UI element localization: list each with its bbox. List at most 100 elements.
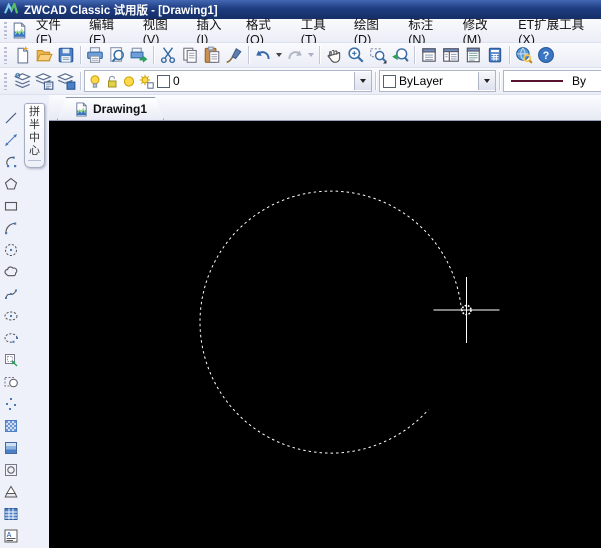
gradient-button[interactable]: [1, 438, 21, 457]
make-block-button[interactable]: [1, 372, 21, 391]
boundary-button[interactable]: [1, 460, 21, 479]
drawing-canvas[interactable]: [49, 121, 601, 548]
spline-button[interactable]: [1, 284, 21, 303]
polygon-icon: [4, 177, 18, 190]
layer-states-manager-icon: [34, 72, 53, 90]
help-button[interactable]: ?: [535, 44, 557, 66]
toolbar-separator: [248, 46, 249, 64]
calculator-icon: [488, 47, 502, 63]
layer-color-swatch: [157, 74, 170, 88]
layer-previous-icon: [56, 72, 75, 90]
multiline-text-button[interactable]: A: [1, 526, 21, 545]
layer-states-manager-button[interactable]: [33, 70, 55, 92]
make-block-icon: [4, 376, 18, 387]
properties-palette-button[interactable]: [418, 44, 440, 66]
document-menu-button[interactable]: [11, 20, 28, 42]
polyline-icon: [6, 156, 17, 167]
gradient-icon: [5, 441, 17, 454]
drawing-viewport[interactable]: [49, 121, 601, 548]
layer-lock-icon[interactable]: [105, 74, 119, 89]
layer-on-bulb-icon[interactable]: [88, 74, 102, 89]
plot-button[interactable]: [128, 44, 150, 66]
paste-button[interactable]: [201, 44, 223, 66]
color-combobox[interactable]: ByLayer: [379, 70, 496, 92]
design-center-button[interactable]: [440, 44, 462, 66]
layer-previous-button[interactable]: [55, 70, 77, 92]
revision-cloud-button[interactable]: [1, 262, 21, 281]
line-button[interactable]: [1, 108, 21, 127]
toolbar-separator: [80, 46, 81, 64]
linetype-preview-line: [511, 80, 563, 82]
layer-freeze-sun-icon[interactable]: [122, 74, 136, 89]
linetype-combobox[interactable]: By: [503, 70, 601, 92]
ime-chinese-mode[interactable]: 中: [29, 132, 40, 145]
plot-icon: [130, 47, 148, 63]
open-button[interactable]: [33, 44, 55, 66]
hatch-button[interactable]: [1, 416, 21, 435]
zoom-window-button[interactable]: [367, 44, 389, 66]
construction-line-icon: [5, 133, 17, 146]
tool-palettes-button[interactable]: [462, 44, 484, 66]
new-icon: [17, 46, 29, 64]
print-button[interactable]: [84, 44, 106, 66]
toolbar-separator: [80, 72, 81, 90]
table-button[interactable]: [1, 504, 21, 523]
arc-button[interactable]: [1, 218, 21, 237]
save-icon: [58, 47, 74, 63]
pan-button[interactable]: [323, 44, 345, 66]
point-button[interactable]: [1, 394, 21, 413]
open-icon: [36, 49, 53, 62]
ime-language-bar[interactable]: 拼 半 中 心: [24, 103, 45, 168]
properties-palette-icon: [422, 48, 436, 62]
dashed-circle-entity[interactable]: [199, 190, 462, 454]
ellipse-icon: [4, 311, 18, 320]
undo-button[interactable]: [252, 44, 274, 66]
menu-bar: 文件(F) 编辑(E) 视图(V) 插入(I) 格式(O) 工具(T) 绘图(D…: [0, 18, 601, 47]
polygon-button[interactable]: [1, 174, 21, 193]
match-properties-button[interactable]: [223, 44, 245, 66]
zoom-previous-button[interactable]: [389, 44, 411, 66]
layer-properties-manager-button[interactable]: [11, 70, 33, 92]
insert-block-button[interactable]: [1, 350, 21, 369]
cut-button[interactable]: [157, 44, 179, 66]
undo-dropdown-arrow[interactable]: [276, 53, 282, 57]
ime-halfwidth-mode[interactable]: 半: [29, 119, 40, 132]
print-preview-button[interactable]: [106, 44, 128, 66]
ime-input-mode[interactable]: 拼: [29, 106, 40, 119]
redo-dropdown-arrow[interactable]: [308, 53, 314, 57]
layer-dropdown-arrow[interactable]: [354, 72, 371, 90]
copy-button[interactable]: [179, 44, 201, 66]
ellipse-arc-button[interactable]: [1, 328, 21, 347]
cut-icon: [160, 47, 176, 64]
color-dropdown-arrow[interactable]: [478, 72, 495, 90]
new-button[interactable]: [11, 44, 33, 66]
quick-calculator-button[interactable]: [484, 44, 506, 66]
find-button[interactable]: [513, 44, 535, 66]
menubar-grip[interactable]: [4, 22, 7, 39]
current-linetype-value: By: [572, 74, 587, 88]
find-icon: [516, 47, 533, 64]
polyline-button[interactable]: [1, 152, 21, 171]
redo-button[interactable]: [284, 44, 306, 66]
construction-line-button[interactable]: [1, 130, 21, 149]
standard-toolbar-grip[interactable]: [4, 46, 7, 64]
rectangle-button[interactable]: [1, 196, 21, 215]
save-button[interactable]: [55, 44, 77, 66]
layer-combobox[interactable]: 0: [84, 70, 372, 92]
tab-drawing1[interactable]: Drawing1: [57, 97, 164, 120]
layers-toolbar: 0 ByLayer By: [0, 68, 601, 95]
zoom-realtime-button[interactable]: [345, 44, 367, 66]
toolbar-separator: [319, 46, 320, 64]
zwcad-logo-icon: [4, 3, 19, 14]
dwg-file-icon: [74, 102, 89, 117]
ellipse-button[interactable]: [1, 306, 21, 325]
print-preview-icon: [110, 47, 124, 63]
ime-softkeyboard[interactable]: 心: [29, 145, 40, 158]
layer-viewport-sun-icon[interactable]: [139, 74, 154, 89]
circle-button[interactable]: [1, 240, 21, 259]
document-area: Drawing1: [49, 95, 601, 548]
region-button[interactable]: [1, 482, 21, 501]
layers-toolbar-grip[interactable]: [4, 72, 7, 90]
spline-icon: [5, 289, 17, 299]
point-icon: [6, 397, 16, 410]
